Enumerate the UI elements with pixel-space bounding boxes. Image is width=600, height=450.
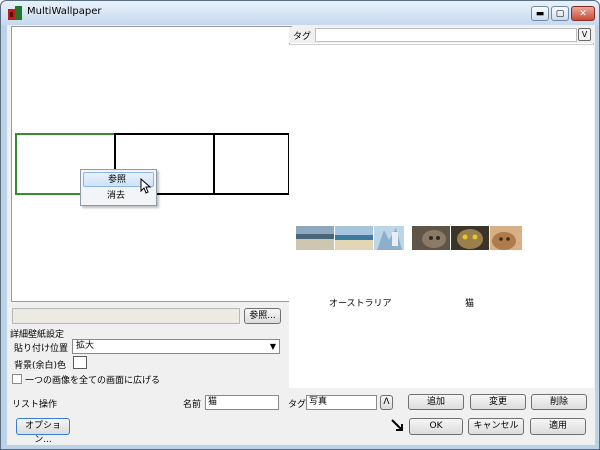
arrow-pointer-icon — [391, 419, 403, 431]
paste-position-label: 貼り付け位置 — [14, 344, 69, 354]
apply-button[interactable]: 適用 — [530, 418, 586, 435]
ok-button[interactable]: OK — [409, 418, 463, 435]
minimize-button[interactable]: ▬ — [531, 6, 549, 21]
list-tag-label: タグ — [288, 400, 307, 410]
tag-filter-bar: タグ V — [289, 27, 594, 43]
group-label-australia: オーストラリア — [329, 299, 392, 309]
paste-position-value: 拡大 — [76, 341, 95, 351]
list-tag-input[interactable]: 写真 — [306, 395, 377, 410]
client-area: 参照 消去 参照... 詳細壁紙設定 貼り付け位置 拡大 ▼ 背景(余白)色 一… — [7, 25, 595, 445]
cancel-button[interactable]: キャンセル — [468, 418, 524, 435]
image-thumbnail-area[interactable]: オーストラリア 猫 — [289, 44, 594, 388]
span-image-checkbox[interactable] — [12, 374, 22, 384]
minimize-icon: ▬ — [535, 8, 545, 19]
thumbnail-beach-1[interactable] — [296, 226, 334, 250]
add-button[interactable]: 追加 — [408, 394, 464, 410]
thumbnail-beach-2[interactable] — [335, 226, 373, 250]
group-label-cat: 猫 — [465, 299, 475, 309]
main-window: MultiWallpaper ▬ ▢ ✕ 参照 消去 参照... 詳細壁紙設定 … — [0, 0, 600, 450]
maximize-icon: ▢ — [555, 8, 565, 19]
tag-filter-label: タグ — [293, 32, 312, 42]
name-label: 名前 — [183, 400, 202, 410]
monitor-layout-canvas[interactable] — [11, 26, 292, 302]
name-input[interactable]: 猫 — [205, 395, 279, 410]
tag-filter-dropdown[interactable]: V — [578, 28, 591, 41]
thumbnail-cat-2[interactable] — [451, 226, 489, 250]
bg-color-swatch[interactable] — [73, 356, 87, 369]
chevron-down-icon: ▼ — [269, 342, 276, 351]
window-title: MultiWallpaper — [27, 6, 102, 17]
monitor-3[interactable] — [213, 133, 290, 195]
delete-button[interactable]: 削除 — [531, 394, 587, 410]
options-button[interactable]: オプション... — [16, 418, 70, 445]
list-ops-label: リスト操作 — [12, 400, 58, 410]
browse-button[interactable]: 参照... — [244, 308, 281, 324]
detail-settings-label: 詳細壁紙設定 — [10, 330, 65, 340]
thumbnail-beach-3[interactable] — [374, 226, 404, 250]
thumbnail-cat-1[interactable] — [412, 226, 450, 250]
paste-position-select[interactable]: 拡大 ▼ — [72, 339, 280, 354]
change-button[interactable]: 変更 — [470, 394, 526, 410]
thumbnail-cat-3[interactable] — [490, 226, 522, 250]
maximize-button[interactable]: ▢ — [551, 6, 569, 21]
close-icon: ✕ — [579, 8, 587, 19]
mouse-cursor-icon — [140, 178, 152, 194]
bg-color-label: 背景(余白)色 — [14, 361, 67, 371]
title-bar[interactable]: MultiWallpaper ▬ ▢ ✕ — [1, 1, 599, 25]
app-icon — [8, 6, 22, 20]
tag-toggle-button[interactable]: Λ — [380, 395, 393, 410]
tag-filter-input[interactable] — [315, 28, 577, 42]
close-button[interactable]: ✕ — [571, 6, 595, 21]
span-image-label: 一つの画像を全ての画面に広げる — [25, 376, 161, 386]
image-path-field[interactable] — [12, 308, 240, 324]
